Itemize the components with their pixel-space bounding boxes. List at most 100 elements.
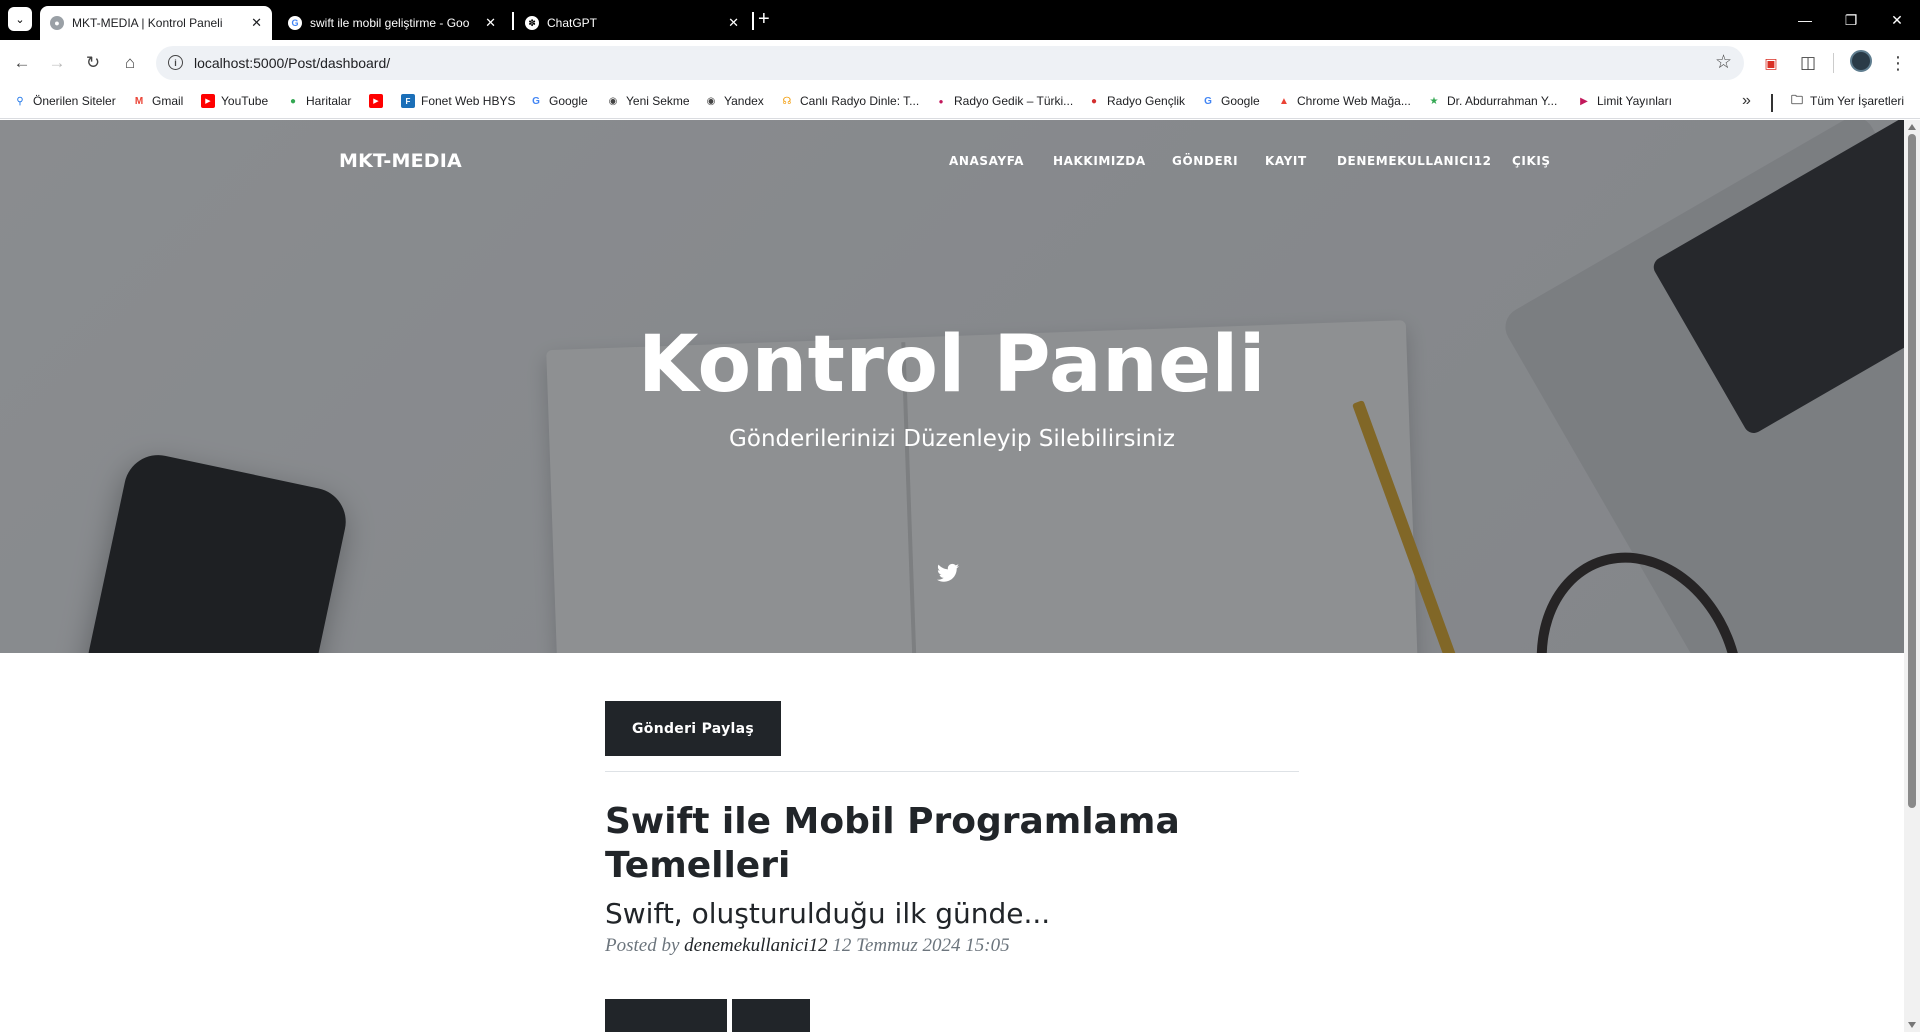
new-tab-button[interactable]: + [758, 7, 770, 31]
bookmark-label: Yandex [724, 94, 764, 108]
tab-search-button[interactable]: ⌄ [8, 7, 32, 31]
bookmarks-bar: ⚲ Önerilen Siteler M Gmail ▶ YouTube ● H… [0, 87, 1920, 119]
menu-kebab-icon[interactable]: ⋮ [1885, 50, 1911, 76]
delete-post-button[interactable] [732, 999, 810, 1032]
masthead: MKT-MEDIA ANASAYFA HAKKIMIZDA GÖNDERI KA… [0, 120, 1904, 653]
page-scrollbar[interactable] [1904, 120, 1920, 1032]
tab-kontrol-paneli[interactable]: ● MKT-MEDIA | Kontrol Paneli ✕ [40, 6, 272, 40]
bookmark-google-2[interactable]: G Google [1201, 94, 1260, 108]
nav-hakkimizda[interactable]: HAKKIMIZDA [1053, 154, 1146, 168]
bookmark-youtube-2[interactable]: ▶ [369, 94, 389, 108]
tab-swift-search[interactable]: G swift ile mobil geliştirme - Goo ✕ [278, 6, 506, 40]
all-bookmarks-folder[interactable]: 🗀 Tüm Yer İşaretleri [1790, 93, 1905, 109]
share-post-button[interactable]: Gönderi Paylaş [605, 701, 781, 756]
bookmark-onerilen-siteler[interactable]: ⚲ Önerilen Siteler [13, 94, 116, 108]
bookmark-label: Chrome Web Mağa... [1297, 94, 1411, 108]
fonet-icon: F [401, 94, 415, 108]
home-button[interactable]: ⌂ [117, 50, 143, 76]
bookmark-limit-yayinlari[interactable]: ▶ Limit Yayınları [1577, 94, 1672, 108]
scroll-down-arrow-icon[interactable] [1908, 1022, 1916, 1028]
page-subtitle: Gönderilerinizi Düzenleyip Silebilirsini… [729, 426, 1175, 452]
bookmark-fonet[interactable]: F Fonet Web HBYS [401, 94, 516, 108]
extensions-puzzle-icon[interactable]: ◫ [1795, 50, 1821, 76]
chevron-down-icon: ⌄ [15, 13, 25, 26]
twitter-icon[interactable] [937, 563, 959, 583]
bookmark-label: Dr. Abdurrahman Y... [1447, 94, 1558, 108]
radio-icon: ● [938, 96, 944, 106]
tab-separator [512, 12, 514, 30]
bookmark-label: Canlı Radyo Dinle: T... [800, 94, 920, 108]
forward-button[interactable]: → [44, 50, 70, 76]
bookmark-yandex[interactable]: ◉ Yandex [704, 94, 764, 108]
radio-icon: ● [1090, 95, 1098, 107]
nav-cikis[interactable]: ÇIKIŞ [1512, 154, 1551, 168]
close-icon[interactable]: ✕ [728, 15, 739, 31]
site-info-icon[interactable]: i [168, 55, 183, 70]
bookmark-label: Tüm Yer İşaretleri [1810, 94, 1905, 108]
scroll-thumb[interactable] [1908, 134, 1916, 808]
toolbar-divider [1833, 53, 1834, 73]
gmail-icon: M [134, 95, 144, 107]
headphones-icon: ☊ [782, 95, 792, 107]
bookmark-haritalar[interactable]: ● Haritalar [286, 94, 351, 108]
post-date: 12 Temmuz 2024 15:05 [832, 935, 1010, 956]
post-title[interactable]: Swift ile Mobil Programlama Temelleri [605, 800, 1299, 888]
youtube-icon: ▶ [201, 94, 215, 108]
scroll-up-arrow-icon[interactable] [1908, 124, 1916, 130]
nav-kayit[interactable]: KAYIT [1265, 154, 1307, 168]
more-bookmarks-icon[interactable]: » [1742, 92, 1751, 110]
nav-gonderi[interactable]: GÖNDERI [1172, 154, 1238, 168]
bookmark-label: Haritalar [306, 94, 352, 108]
bookmark-radyo-gedik[interactable]: ● Radyo Gedik – Türki... [934, 94, 1074, 108]
restore-button[interactable]: ❐ [1828, 0, 1874, 40]
edit-post-button[interactable] [605, 999, 727, 1032]
globe-icon: ◉ [706, 95, 716, 107]
site-brand[interactable]: MKT-MEDIA [339, 150, 462, 172]
divider [605, 771, 1299, 772]
bookmark-star-icon[interactable]: ☆ [1715, 51, 1732, 74]
globe-icon: ◉ [608, 95, 618, 107]
antenna-icon: ★ [1429, 95, 1439, 107]
address-bar[interactable]: i localhost:5000/Post/dashboard/ ☆ [156, 46, 1744, 80]
browser-toolbar: ← → ↻ ⌂ i localhost:5000/Post/dashboard/… [0, 40, 1920, 87]
google-icon: G [1204, 95, 1212, 107]
minimize-button[interactable]: — [1782, 0, 1828, 40]
url-text[interactable]: localhost:5000/Post/dashboard/ [194, 55, 390, 71]
bookmark-youtube[interactable]: ▶ YouTube [201, 94, 268, 108]
arrow-left-icon: ← [13, 53, 31, 72]
bookmark-label: Önerilen Siteler [33, 94, 116, 108]
site-navbar: MKT-MEDIA ANASAYFA HAKKIMIZDA GÖNDERI KA… [0, 120, 1904, 200]
google-icon: G [532, 95, 540, 107]
window-close-button[interactable]: ✕ [1874, 0, 1920, 40]
google-icon: G [288, 16, 302, 30]
play-icon: ▶ [1580, 95, 1588, 107]
close-icon[interactable]: ✕ [251, 15, 262, 31]
back-button[interactable]: ← [9, 50, 35, 76]
reload-button[interactable]: ↻ [80, 50, 106, 76]
nav-anasayfa[interactable]: ANASAYFA [949, 154, 1024, 168]
post-author[interactable]: denemekullanici12 [684, 935, 828, 956]
extension-red-icon[interactable]: ▣ [1758, 50, 1784, 76]
bookmarks-divider [1771, 94, 1773, 112]
bookmark-canli-radyo[interactable]: ☊ Canlı Radyo Dinle: T... [780, 94, 920, 108]
nav-user[interactable]: DENEMEKULLANICI12 [1337, 154, 1492, 168]
bookmark-gmail[interactable]: M Gmail [132, 94, 184, 108]
reload-icon: ↻ [85, 53, 101, 72]
bookmark-label: Yeni Sekme [626, 94, 690, 108]
profile-avatar[interactable] [1850, 50, 1872, 72]
post-subtitle[interactable]: Swift, oluşturulduğu ilk günde... [605, 897, 1050, 930]
tab-title: MKT-MEDIA | Kontrol Paneli [72, 16, 223, 30]
bookmark-chrome-store[interactable]: ▲ Chrome Web Mağa... [1277, 94, 1411, 108]
home-icon: ⌂ [124, 53, 136, 72]
globe-icon: ● [50, 16, 64, 30]
bookmark-dr-abdurrahman[interactable]: ★ Dr. Abdurrahman Y... [1427, 94, 1558, 108]
bookmark-label: Google [549, 94, 588, 108]
tab-chatgpt[interactable]: ✽ ChatGPT ✕ [515, 6, 749, 40]
arrow-right-icon: → [48, 53, 66, 72]
page-title: Kontrol Paneli [637, 320, 1267, 410]
bookmark-yeni-sekme[interactable]: ◉ Yeni Sekme [606, 94, 690, 108]
posted-by-label: Posted by [605, 935, 680, 956]
bookmark-radyo-genclik[interactable]: ● Radyo Gençlik [1087, 94, 1185, 108]
close-icon[interactable]: ✕ [485, 15, 496, 31]
bookmark-google[interactable]: G Google [529, 94, 588, 108]
